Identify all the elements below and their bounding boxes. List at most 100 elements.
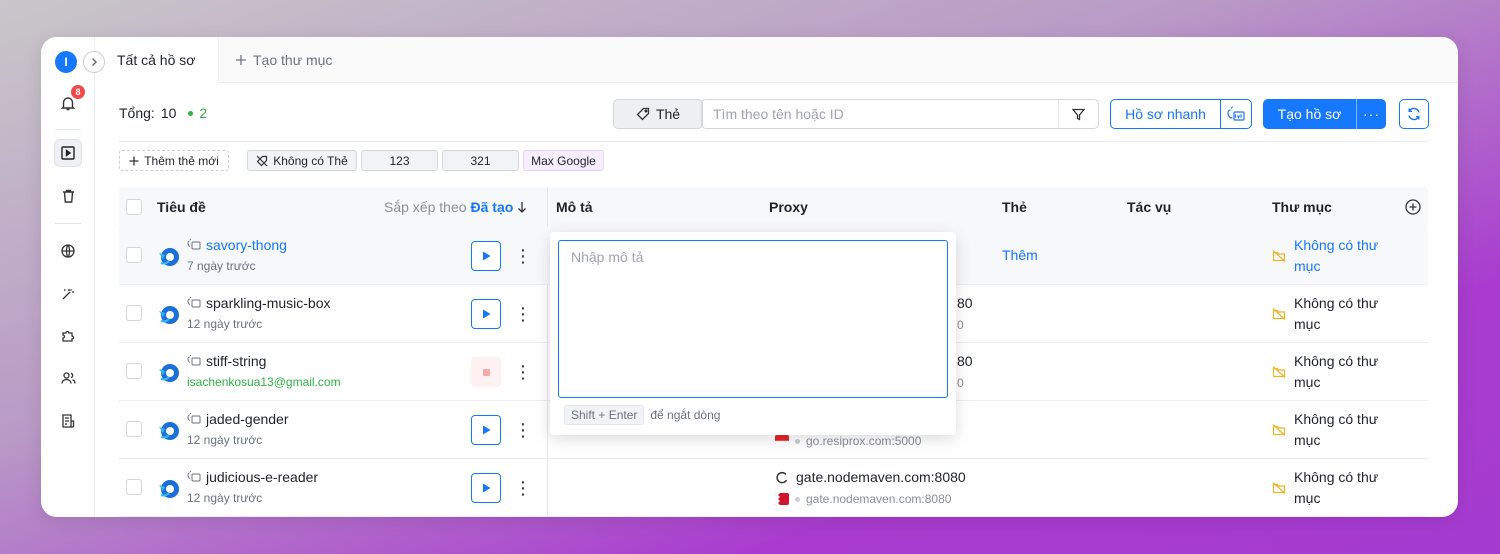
folder-name[interactable]: Không có thư mục (1294, 467, 1404, 509)
users-icon (60, 372, 76, 384)
play-icon (482, 425, 490, 435)
table-header: Tiêu đề Sắp xếp theo Đã tạo Mô tả Proxy … (119, 187, 1428, 227)
create-profile-more-button[interactable]: ··· (1356, 99, 1386, 129)
description-input[interactable] (558, 240, 948, 398)
folder-name[interactable]: Không có thư mục (1294, 293, 1404, 335)
bahrain-flag-icon (775, 493, 789, 505)
sidebar-expand-button[interactable] (83, 51, 105, 73)
profile-subtext: 12 ngày trước (187, 491, 263, 505)
stop-profile-button[interactable] (471, 357, 501, 387)
sidebar-item-extensions[interactable] (54, 322, 82, 350)
header-title: Tiêu đề (157, 199, 206, 215)
tag-icon (636, 107, 650, 121)
profile-email: isachenkosua13@gmail.com (187, 375, 341, 389)
row-menu-icon[interactable]: ⋮ (514, 417, 532, 443)
row-menu-icon[interactable]: ⋮ (514, 301, 532, 327)
profile-name[interactable]: sparkling-music-box (206, 295, 330, 311)
os-window-icon (187, 354, 201, 366)
row-checkbox[interactable] (126, 421, 142, 437)
select-all-checkbox[interactable] (126, 199, 142, 215)
header-proxy: Proxy (769, 199, 808, 215)
header-tag: Thẻ (1002, 199, 1027, 215)
sidebar-item-profiles[interactable] (54, 139, 82, 167)
add-column-button[interactable] (1405, 187, 1421, 227)
sidebar-divider (55, 129, 81, 130)
proxy-subtext: go.resiprox.com:5000 (775, 434, 921, 448)
tag-chip-label: Max Google (531, 153, 596, 168)
row-menu-icon[interactable]: ⋮ (514, 359, 532, 385)
tag-chip[interactable]: 123 (361, 150, 438, 171)
folder-off-icon (1272, 308, 1286, 320)
proxy-subtext-label: go.resiprox.com:5000 (806, 434, 922, 448)
tag-chip[interactable]: Max Google (523, 150, 604, 171)
proxy-host: 80 (957, 353, 973, 369)
sidebar-item-proxy[interactable] (54, 237, 82, 265)
profile-name[interactable]: judicious-e-reader (206, 469, 318, 485)
toolbar-divider (119, 141, 1428, 142)
sidebar-item-team[interactable] (54, 364, 82, 392)
sort-control[interactable]: Sắp xếp theo Đã tạo (384, 187, 527, 227)
row-menu-icon[interactable]: ⋮ (514, 475, 532, 501)
filter-icon (1072, 108, 1085, 121)
folder-name[interactable]: Không có thư mục (1294, 235, 1404, 277)
active-dot-icon (188, 110, 194, 116)
profile-name[interactable]: jaded-gender (206, 411, 289, 427)
sidebar-item-automation[interactable] (54, 280, 82, 308)
start-profile-button[interactable] (471, 241, 501, 271)
row-menu-icon[interactable]: ⋮ (514, 243, 532, 269)
tab-create-folder[interactable]: Tạo thư mục (235, 37, 332, 83)
table-row[interactable]: judicious-e-reader 12 ngày trước ⋮ gate.… (119, 459, 1428, 517)
sidebar-item-billing[interactable] (54, 407, 82, 435)
tag-off-icon (256, 155, 268, 166)
chevron-right-icon (92, 58, 97, 66)
play-icon (482, 251, 490, 261)
tag-filter-button[interactable]: Thẻ (613, 99, 703, 129)
refresh-button[interactable] (1399, 99, 1429, 129)
sidebar-item-trash[interactable] (54, 182, 82, 210)
profile-name[interactable]: stiff-string (206, 353, 266, 369)
no-tag-label: Không có Thẻ (273, 153, 348, 168)
more-dots-icon: ··· (1363, 106, 1380, 122)
status-dot-icon (795, 496, 800, 502)
profile-name[interactable]: savory-thong (206, 237, 287, 253)
tag-chip-label: 321 (470, 153, 491, 168)
proxy-subtext: 0 (957, 318, 964, 332)
add-tag-link[interactable]: Thêm (1002, 247, 1038, 263)
start-profile-button[interactable] (471, 473, 501, 503)
row-checkbox[interactable] (126, 479, 142, 495)
tag-chip[interactable]: 321 (442, 150, 519, 171)
quick-profile-os-button[interactable] (1220, 99, 1252, 129)
magic-wand-icon (62, 289, 74, 300)
add-tag-label: Thêm thẻ mới (144, 153, 219, 168)
filter-button[interactable] (1058, 100, 1098, 128)
trash-icon (62, 189, 74, 203)
total-value: 10 (160, 105, 177, 121)
shortcut-hint: Shift + Enter để ngắt dòng (564, 405, 720, 425)
row-checkbox[interactable] (126, 305, 142, 321)
proxy-host-wrap: gate.nodemaven.com:8080 (775, 469, 966, 485)
start-profile-button[interactable] (471, 415, 501, 445)
notification-button[interactable]: 8 (54, 85, 85, 117)
folder-off-icon (1272, 424, 1286, 436)
folder-name[interactable]: Không có thư mục (1294, 351, 1404, 393)
folder-off-icon (1272, 366, 1286, 378)
sort-field: Đã tạo (470, 199, 514, 215)
avatar[interactable]: I (55, 51, 77, 73)
add-tag-button[interactable]: Thêm thẻ mới (119, 150, 229, 171)
quick-profile-button[interactable]: Hồ sơ nhanh (1110, 99, 1221, 129)
browser-logo-icon (159, 248, 179, 266)
folder-name[interactable]: Không có thư mục (1294, 409, 1404, 451)
tab-all-profiles[interactable]: Tất cả hồ sơ (95, 37, 219, 83)
refresh-icon (1408, 107, 1420, 121)
notification-badge: 8 (71, 85, 85, 99)
search-input[interactable] (702, 100, 1058, 128)
quick-profile-label: Hồ sơ nhanh (1125, 106, 1206, 122)
status-dot-icon (795, 438, 800, 444)
no-tag-chip[interactable]: Không có Thẻ (247, 150, 357, 171)
create-profile-button[interactable]: Tạo hồ sơ (1263, 99, 1356, 129)
row-checkbox[interactable] (126, 363, 142, 379)
apple-window-icon (1227, 106, 1245, 121)
row-checkbox[interactable] (126, 247, 142, 263)
os-window-icon (187, 296, 201, 308)
start-profile-button[interactable] (471, 299, 501, 329)
